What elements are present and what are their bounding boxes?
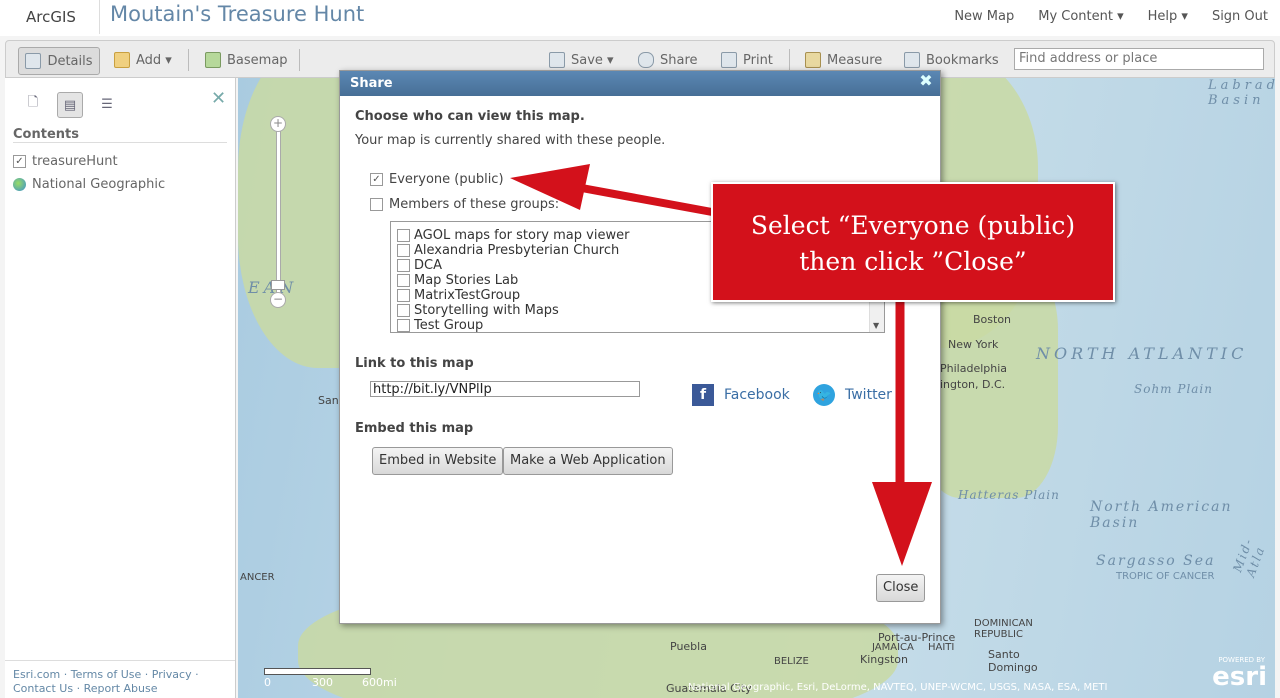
annotation-arrows [510,164,932,566]
annotation-text: then click ”Close” [799,247,1027,276]
annotation-callout: Select “Everyone (public) then click ”Cl… [711,182,1115,302]
arrow-head [872,482,932,566]
arrow-head [510,164,590,210]
annotation-text: Select “Everyone (public) [750,211,1076,240]
